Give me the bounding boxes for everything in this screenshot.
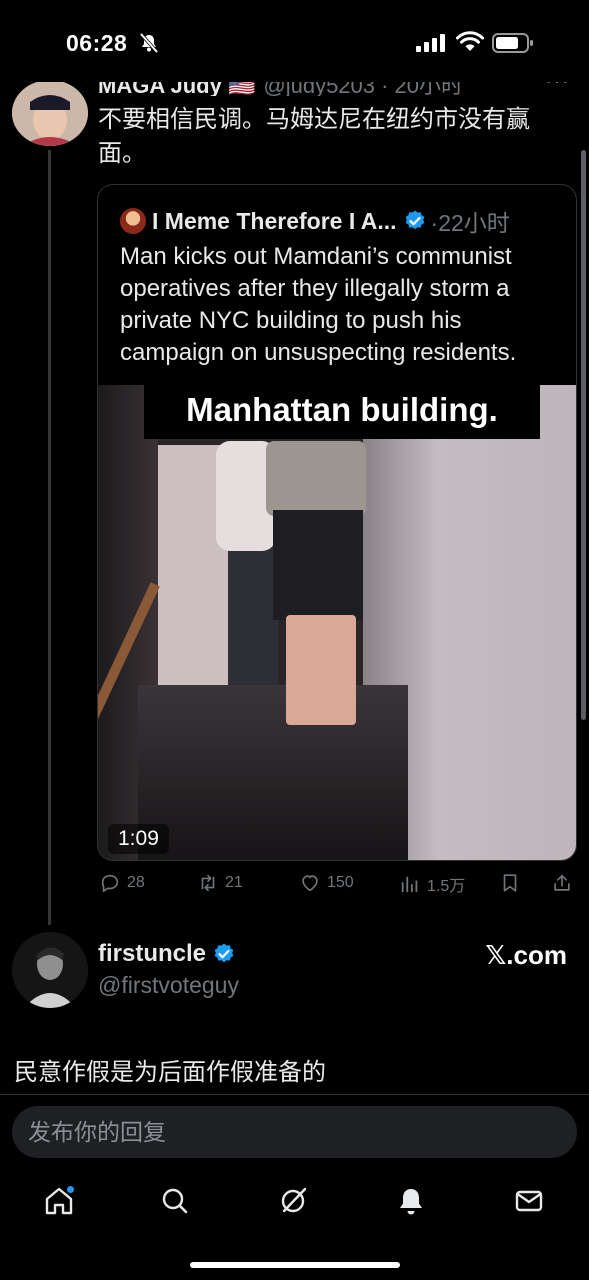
nav-search[interactable]: [158, 1184, 192, 1218]
reply-input[interactable]: 发布你的回复: [12, 1106, 577, 1158]
reply-author-name[interactable]: firstuncle: [98, 940, 206, 968]
signal-icon: [416, 34, 445, 52]
bookmark-icon: [503, 874, 517, 892]
avatar-photo: [12, 80, 88, 146]
avatar: [120, 208, 146, 234]
bottom-nav: [0, 1168, 589, 1238]
repost-button[interactable]: 21: [197, 872, 243, 894]
share-button[interactable]: [551, 872, 579, 894]
quoted-tweet-text: Man kicks out Mamdani’s communist operat…: [120, 243, 517, 366]
video-scene-person: [266, 441, 366, 516]
scrollbar[interactable]: [581, 150, 586, 720]
thread-line: [48, 150, 51, 925]
nav-home[interactable]: [42, 1184, 76, 1218]
status-time: 06:28: [66, 30, 128, 56]
unread-dot: [67, 1186, 74, 1193]
video-caption: Manhattan building.: [144, 385, 540, 439]
bookmark-button[interactable]: [499, 872, 527, 894]
tweet-actions: 28 21 150 1.5万: [97, 872, 577, 902]
wifi-icon: [456, 31, 484, 51]
avatar-photo: [12, 932, 88, 1008]
share-icon: [554, 874, 570, 891]
mute-icon: [139, 33, 159, 53]
quoted-tweet[interactable]: I Meme Therefore I A... ·22小时 Man kicks …: [97, 184, 577, 861]
repost-icon: [201, 874, 215, 892]
like-button[interactable]: 150: [299, 872, 354, 894]
home-indicator[interactable]: [190, 1262, 400, 1268]
notifications-icon: [400, 1189, 422, 1215]
status-bar: 06:28: [0, 0, 589, 82]
grok-icon: [281, 1187, 307, 1213]
avatar[interactable]: [12, 932, 88, 1008]
nav-messages[interactable]: [512, 1184, 546, 1218]
verified-badge-icon: [214, 943, 234, 963]
video-scene-person: [286, 615, 356, 725]
repost-count: 21: [225, 874, 243, 891]
battery-icon: [492, 33, 533, 53]
quoted-author-name: I Meme Therefore I A...: [152, 207, 397, 234]
views-icon: [401, 876, 418, 893]
messages-icon: [515, 1190, 543, 1212]
views-button[interactable]: 1.5万: [399, 872, 465, 896]
divider: [0, 1094, 589, 1095]
heart-icon: [302, 875, 318, 892]
tweet-text: 不要相信民调。马姆达尼在纽约市没有赢面。: [98, 106, 530, 167]
reply-author-row: firstuncle: [98, 940, 236, 968]
video-player[interactable]: Manhattan building. 1:09: [98, 385, 576, 860]
source-label: 𝕏.com: [485, 940, 567, 970]
nav-grok[interactable]: [276, 1184, 310, 1218]
reply-button[interactable]: 28: [99, 872, 145, 894]
reply-icon: [101, 874, 119, 893]
quoted-tweet-header: I Meme Therefore I A... ·22小时: [120, 206, 510, 236]
video-scene-stairs: [138, 685, 408, 860]
search-icon: [162, 1188, 188, 1214]
reply-count: 28: [127, 874, 145, 891]
quoted-time: ·22小时: [430, 210, 510, 236]
like-count: 150: [327, 874, 354, 891]
nav-notifications[interactable]: [394, 1184, 428, 1218]
verified-badge-icon: [405, 210, 424, 230]
video-scene-person: [273, 510, 363, 620]
video-duration: 1:09: [108, 824, 169, 854]
views-count: 1.5万: [427, 878, 466, 895]
reply-text: 民意作假是为后面作假准备的: [14, 1059, 326, 1086]
avatar[interactable]: [12, 80, 88, 146]
reply-author-handle[interactable]: @firstvoteguy: [98, 972, 239, 999]
